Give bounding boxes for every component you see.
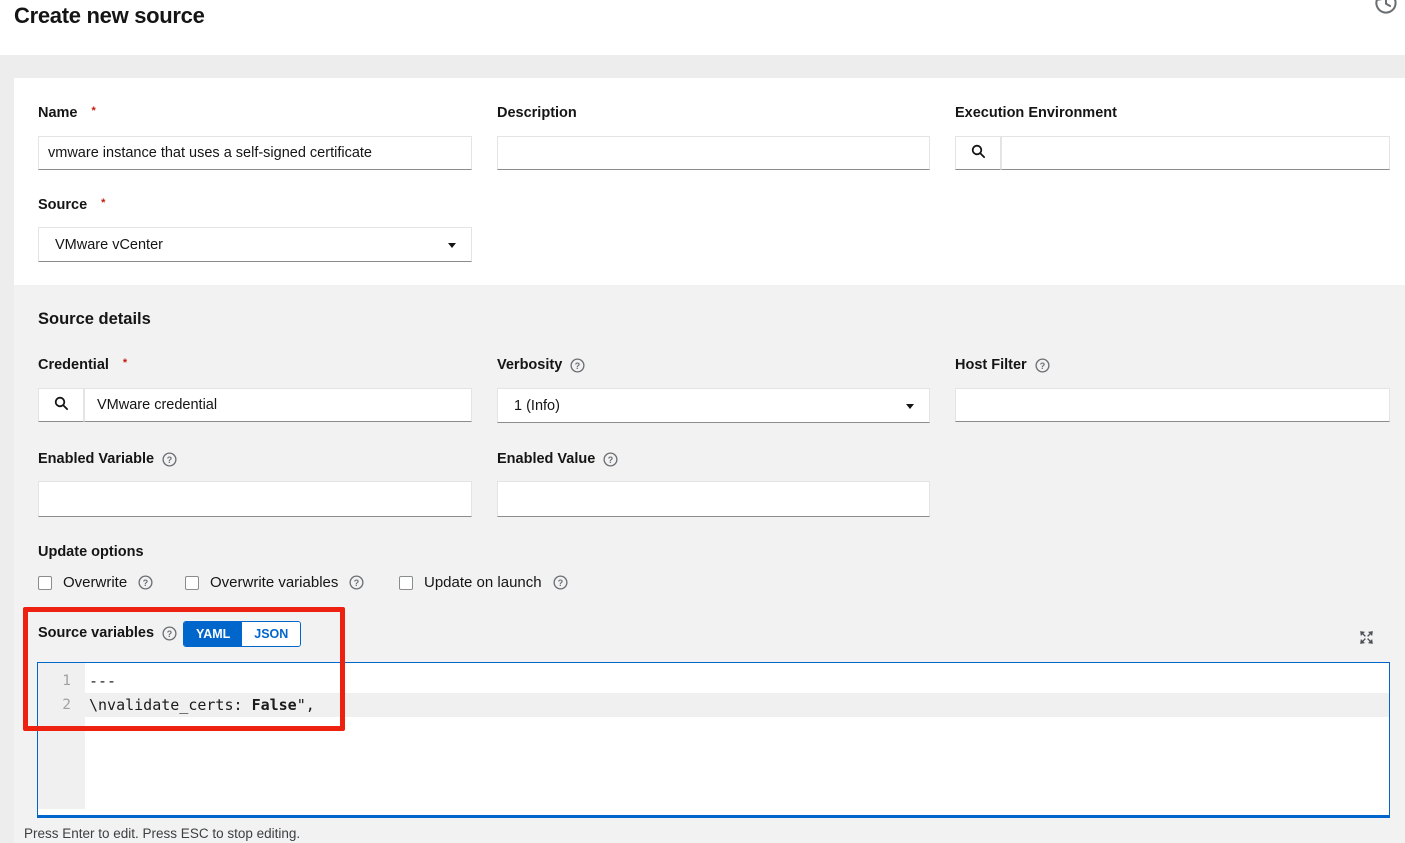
update-on-launch-checkbox-label: Update on launch — [424, 574, 542, 591]
overwrite-checkbox-label: Overwrite — [63, 574, 127, 591]
required-asterisk: * — [123, 357, 127, 369]
enabled-value-label: Enabled Value ? — [497, 451, 618, 467]
chevron-down-icon — [448, 243, 456, 248]
help-icon[interactable]: ? — [162, 452, 177, 467]
required-asterisk: * — [101, 197, 105, 209]
help-icon[interactable]: ? — [162, 626, 177, 641]
source-label: Source* — [38, 197, 105, 213]
update-options-label: Update options — [38, 544, 144, 560]
history-icon[interactable] — [1374, 0, 1398, 15]
name-input[interactable] — [38, 136, 472, 170]
svg-text:?: ? — [167, 454, 172, 464]
page-header: Create new source — [0, 0, 1405, 55]
update-on-launch-checkbox[interactable] — [399, 576, 413, 590]
source-details-heading: Source details — [38, 310, 151, 329]
svg-text:?: ? — [608, 454, 613, 464]
source-variables-editor[interactable]: 1 2 --- \nvalidate_certs: False", — [37, 662, 1390, 818]
description-input[interactable] — [497, 136, 930, 170]
credential-label: Credential* — [38, 357, 127, 373]
overwrite-checkbox[interactable] — [38, 576, 52, 590]
code-line-1: --- — [89, 669, 116, 693]
enabled-variable-input[interactable] — [38, 481, 472, 517]
execution-environment-search-button[interactable] — [955, 136, 1001, 170]
page-title: Create new source — [14, 3, 205, 29]
enabled-variable-label: Enabled Variable ? — [38, 451, 177, 467]
svg-text:?: ? — [354, 578, 359, 588]
code-line-2: \nvalidate_certs: False", — [89, 693, 315, 717]
svg-text:?: ? — [575, 360, 580, 370]
required-asterisk: * — [92, 105, 96, 117]
verbosity-select[interactable]: 1 (Info) — [497, 388, 930, 423]
help-icon[interactable]: ? — [349, 575, 364, 590]
help-icon[interactable]: ? — [1035, 358, 1050, 373]
svg-text:?: ? — [557, 578, 562, 588]
verbosity-label: Verbosity ? — [497, 357, 585, 373]
expand-editor-icon[interactable] — [1357, 629, 1375, 647]
chevron-down-icon — [906, 404, 914, 409]
help-icon[interactable]: ? — [138, 575, 153, 590]
description-label: Description — [497, 105, 577, 121]
verbosity-select-value: 1 (Info) — [514, 398, 560, 414]
line-number: 1 — [38, 669, 71, 693]
svg-text:?: ? — [143, 578, 148, 588]
overwrite-variables-option: Overwrite variables ? — [185, 574, 364, 591]
form-card: Name* Description Execution Environment … — [14, 78, 1405, 843]
editor-helper-text: Press Enter to edit. Press ESC to stop e… — [24, 826, 300, 841]
credential-search-button[interactable] — [38, 388, 84, 422]
host-filter-label: Host Filter ? — [955, 357, 1050, 373]
help-icon[interactable]: ? — [570, 358, 585, 373]
overwrite-variables-checkbox[interactable] — [185, 576, 199, 590]
svg-text:?: ? — [167, 628, 172, 638]
overwrite-variables-checkbox-label: Overwrite variables — [210, 574, 338, 591]
yaml-mode-button[interactable]: YAML — [184, 622, 242, 646]
overwrite-option: Overwrite ? — [38, 574, 153, 591]
enabled-value-input[interactable] — [497, 481, 930, 517]
update-on-launch-option: Update on launch ? — [399, 574, 568, 591]
search-icon — [54, 396, 69, 414]
json-mode-button[interactable]: JSON — [242, 622, 300, 646]
execution-environment-input[interactable] — [1001, 136, 1390, 170]
editor-mode-toggle: YAML JSON — [183, 621, 301, 647]
svg-text:?: ? — [1039, 360, 1044, 370]
help-icon[interactable]: ? — [603, 452, 618, 467]
credential-input[interactable] — [84, 388, 472, 422]
execution-environment-label: Execution Environment — [955, 105, 1117, 121]
source-variables-label: Source variables ? — [38, 625, 177, 641]
name-label: Name* — [38, 105, 96, 121]
line-number: 2 — [38, 693, 71, 717]
host-filter-input[interactable] — [955, 388, 1390, 422]
source-select-value: VMware vCenter — [55, 237, 163, 253]
create-source-page: Create new source Name* Description Exec… — [0, 0, 1405, 843]
help-icon[interactable]: ? — [553, 575, 568, 590]
source-select[interactable]: VMware vCenter — [38, 227, 472, 262]
search-icon — [971, 144, 986, 162]
